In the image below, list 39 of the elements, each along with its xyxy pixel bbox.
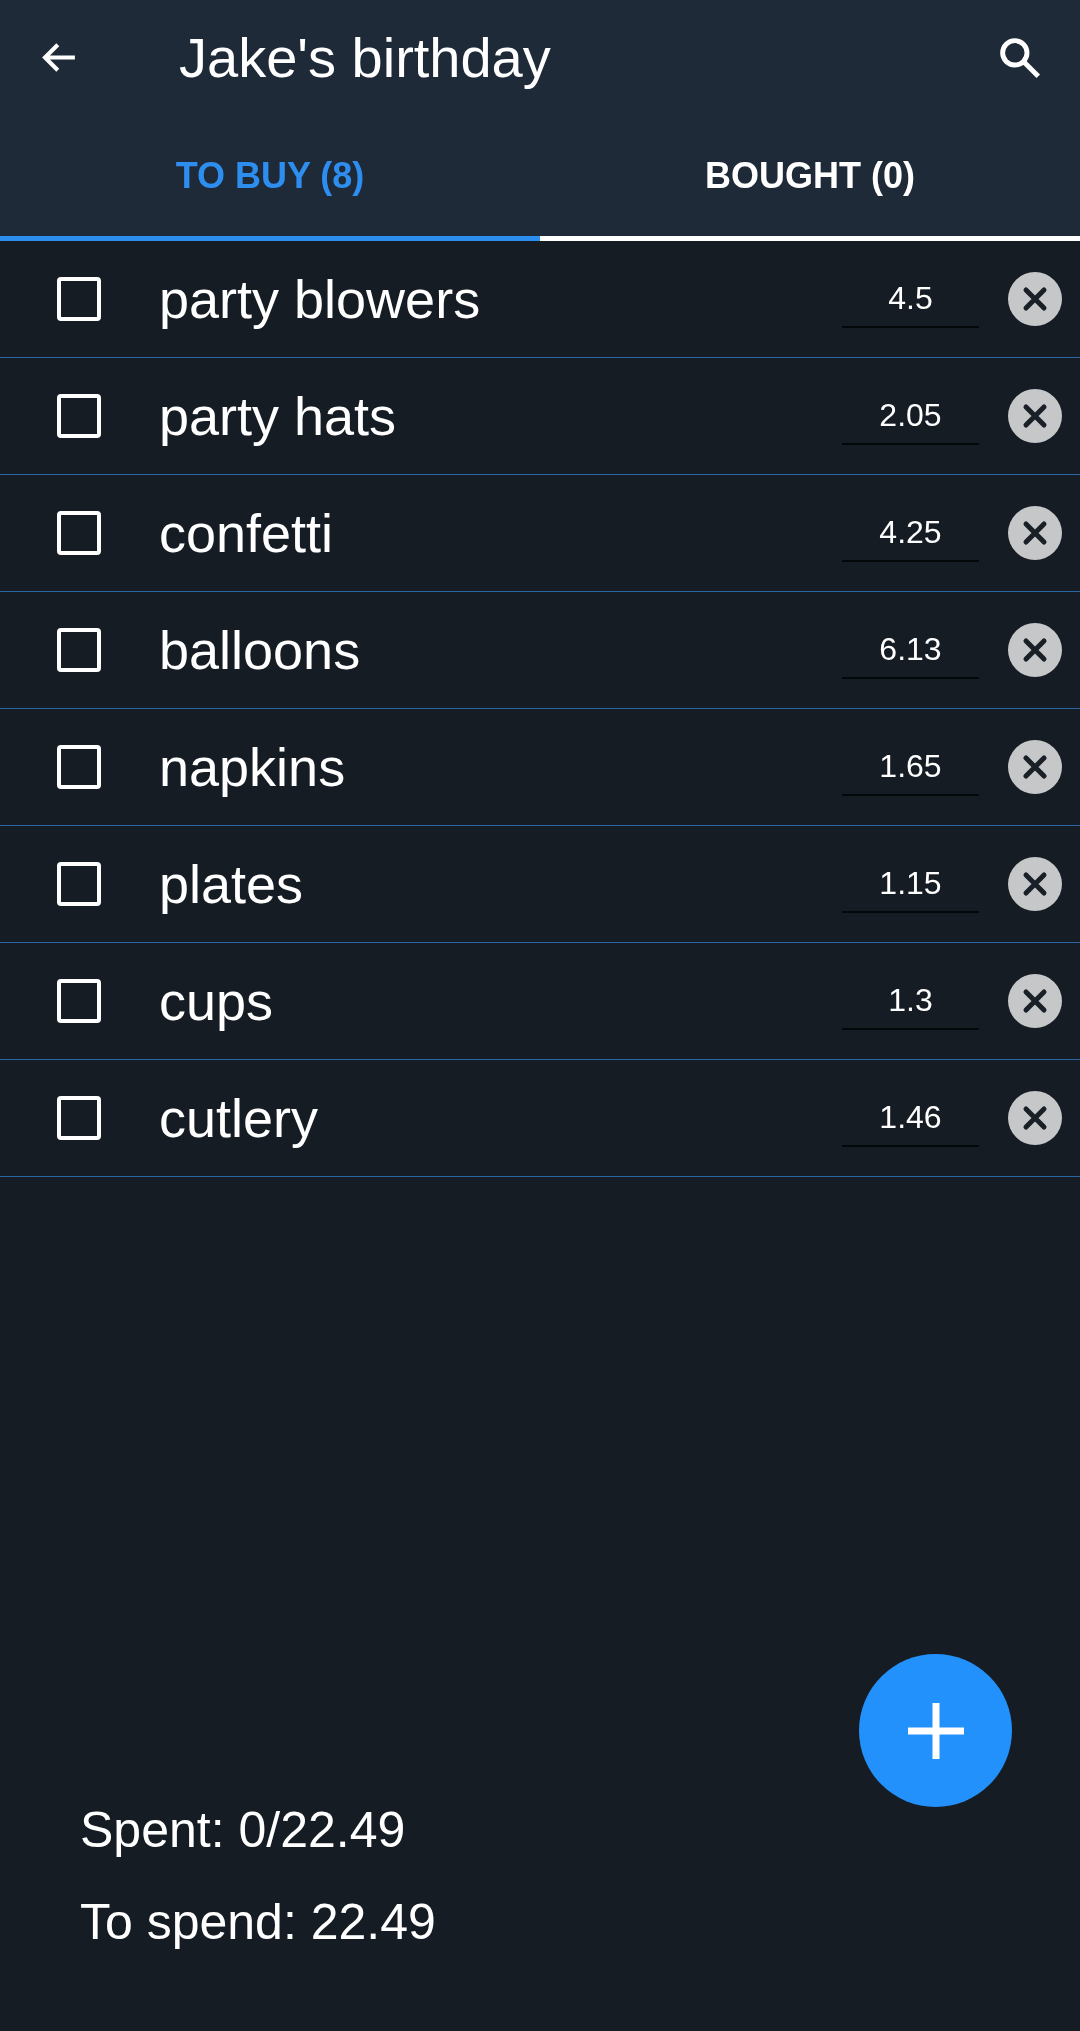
price-field[interactable]: 4.25 bbox=[842, 504, 979, 562]
delete-icon[interactable] bbox=[1008, 623, 1062, 677]
item-name: confetti bbox=[159, 502, 335, 565]
checkbox[interactable] bbox=[57, 1096, 101, 1140]
page-title: Jake's birthday bbox=[179, 24, 552, 91]
to-spend-total: To spend: 22.49 bbox=[80, 1893, 437, 1952]
spent-total: Spent: 0/22.49 bbox=[80, 1801, 407, 1860]
price-field[interactable]: 1.46 bbox=[842, 1089, 979, 1147]
item-name: party hats bbox=[159, 385, 398, 448]
item-name: plates bbox=[159, 853, 305, 916]
price-field[interactable]: 1.15 bbox=[842, 855, 979, 913]
checkbox[interactable] bbox=[57, 862, 101, 906]
delete-icon[interactable] bbox=[1008, 389, 1062, 443]
delete-icon[interactable] bbox=[1008, 974, 1062, 1028]
item-name: napkins bbox=[159, 736, 347, 799]
checkbox[interactable] bbox=[57, 511, 101, 555]
search-icon[interactable] bbox=[997, 35, 1042, 80]
tab[interactable]: BOUGHT (0) bbox=[540, 115, 1080, 241]
price-field[interactable]: 6.13 bbox=[842, 621, 979, 679]
price-field[interactable]: 1.65 bbox=[842, 738, 979, 796]
price-field[interactable]: 1.3 bbox=[842, 972, 979, 1030]
delete-icon[interactable] bbox=[1008, 506, 1062, 560]
item-name: party blowers bbox=[159, 268, 482, 331]
item-name: cutlery bbox=[159, 1087, 320, 1150]
price-field[interactable]: 2.05 bbox=[842, 387, 979, 445]
item-name: cups bbox=[159, 970, 275, 1033]
checkbox[interactable] bbox=[57, 277, 101, 321]
price-field[interactable]: 4.5 bbox=[842, 270, 979, 328]
delete-icon[interactable] bbox=[1008, 1091, 1062, 1145]
plus-icon bbox=[905, 1700, 966, 1761]
checkbox[interactable] bbox=[57, 745, 101, 789]
checkbox[interactable] bbox=[57, 628, 101, 672]
delete-icon[interactable] bbox=[1008, 740, 1062, 794]
checkbox[interactable] bbox=[57, 394, 101, 438]
item-name: balloons bbox=[159, 619, 362, 682]
delete-icon[interactable] bbox=[1008, 272, 1062, 326]
checkbox[interactable] bbox=[57, 979, 101, 1023]
delete-icon[interactable] bbox=[1008, 857, 1062, 911]
tab[interactable]: TO BUY (8) bbox=[0, 115, 540, 241]
